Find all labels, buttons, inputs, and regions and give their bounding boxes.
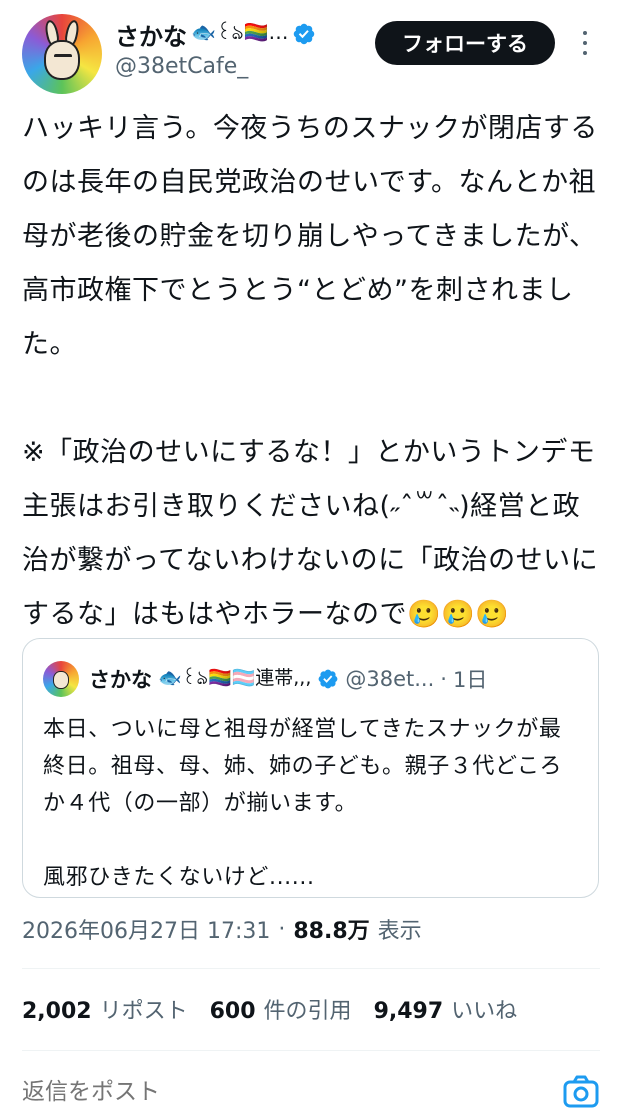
reply-input[interactable] [22,1079,522,1105]
like-count[interactable]: 9,497 いいね [374,993,518,1025]
more-options-icon[interactable] [574,28,596,58]
view-label: 表示 [377,919,422,944]
quoted-author-avatar [43,661,79,697]
quoted-author-emojis: 🐟꒰ঌ🏳️‍🌈🏳️‍⚧️連帯,,, [158,666,312,689]
like-label: いいね [451,999,518,1024]
reply-bar [22,1070,600,1114]
divider [22,1050,600,1051]
quote-count[interactable]: 600 件の引用 [210,993,352,1025]
verified-badge-icon[interactable] [292,22,316,46]
like-number: 9,497 [373,999,444,1024]
divider [22,968,600,969]
quoted-tweet-header: さかな 🐟꒰ঌ🏳️‍🌈🏳️‍⚧️連帯,,, @38et... · 1日 [89,661,487,697]
tweet-timestamp[interactable]: 2026年06月27日 17:31 [22,913,270,945]
quoted-tweet-body: 本日、ついに母と祖母が経営してきたスナックが最終日。祖母、母、姉、姉の子ども。親… [43,717,563,890]
tweet-header: さかな 🐟꒰ঌ🏳️‍🌈… @38etCafe_ フォローする [0,0,620,100]
quote-number: 600 [209,999,256,1024]
quoted-author-handle: @38et... [345,667,435,691]
author-name-emojis: 🐟꒰ঌ🏳️‍🌈… [191,19,289,44]
tweet-body: ハッキリ言う。今夜うちのスナックが閉店するのは長年の自民党政治のせいです。なんと… [22,113,599,630]
meta-separator: · [278,916,286,942]
camera-icon[interactable] [562,1074,600,1110]
avatar-face [44,40,80,80]
tweet-stats: 2,002 リポスト 600 件の引用 9,497 いいね [22,990,529,1028]
author-display-name[interactable]: さかな [115,17,187,52]
view-count: 88.8万 [293,919,370,944]
verified-badge-icon [318,669,338,689]
repost-label: リポスト [99,999,188,1024]
repost-number: 2,002 [22,999,92,1024]
quoted-author-name: さかな [89,668,152,692]
author-handle[interactable]: @38etCafe_ [115,54,248,79]
quoted-separator: · [440,667,447,691]
follow-button[interactable]: フォローする [375,21,555,65]
avatar-eyes [54,54,72,58]
tweet-meta: 2026年06月27日 17:31 · 88.8万 表示 [22,910,422,948]
author-avatar[interactable] [22,14,102,94]
author-name-row[interactable]: さかな 🐟꒰ঌ🏳️‍🌈… [115,17,316,51]
repost-count[interactable]: 2,002 リポスト [22,993,188,1025]
quoted-tweet[interactable]: さかな 🐟꒰ঌ🏳️‍🌈🏳️‍⚧️連帯,,, @38et... · 1日 本日、つ… [22,638,599,898]
quoted-time: 1日 [452,668,488,692]
quote-label: 件の引用 [263,999,352,1024]
